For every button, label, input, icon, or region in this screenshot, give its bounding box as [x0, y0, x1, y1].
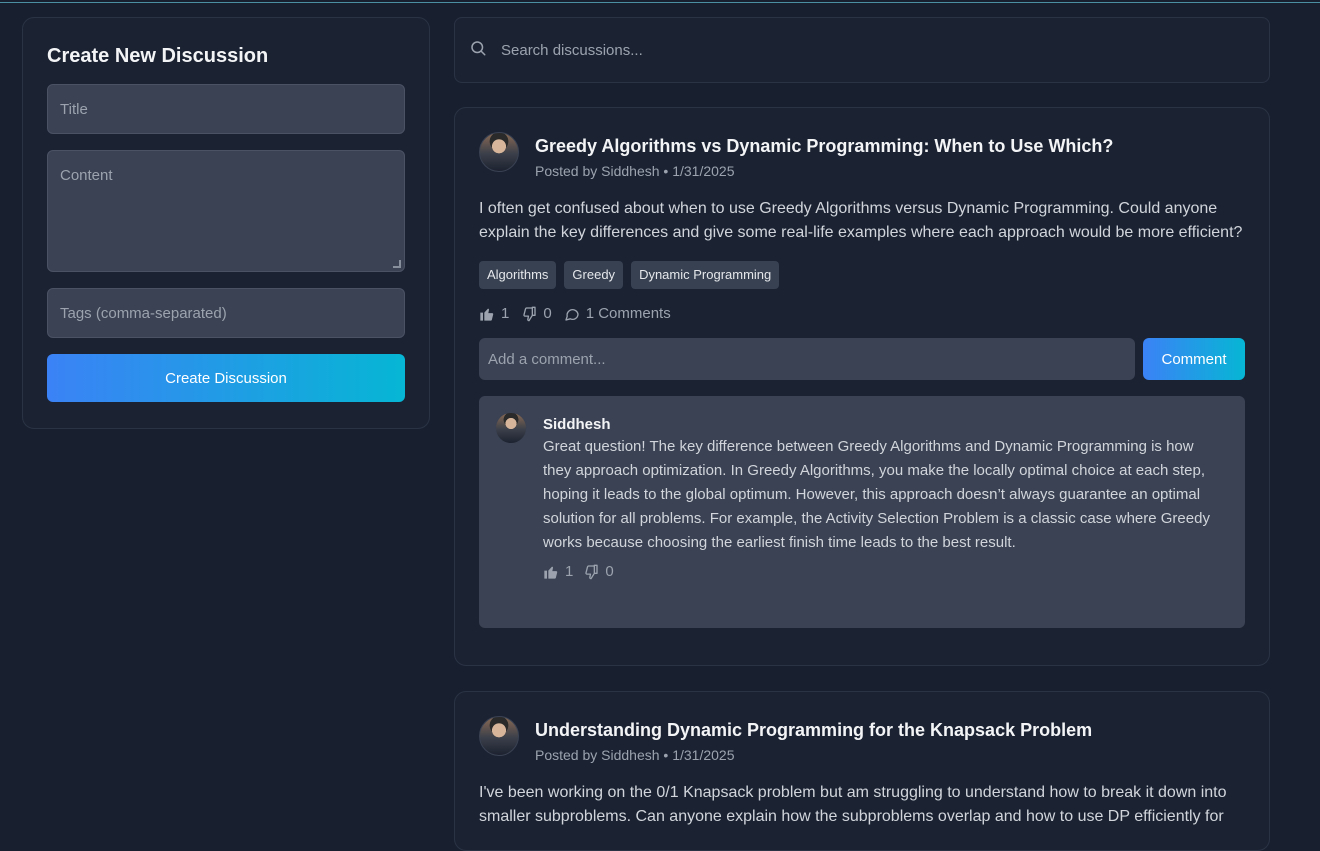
content-textarea[interactable]: Content: [47, 150, 405, 272]
post-meta: Understanding Dynamic Programming for th…: [535, 716, 1092, 763]
create-discussion-button[interactable]: Create Discussion: [47, 354, 405, 402]
thumbs-up-icon: [544, 566, 558, 579]
comment-dislike-count: 0: [605, 563, 614, 580]
discussion-card: Greedy Algorithms vs Dynamic Programming…: [454, 107, 1270, 666]
comment-text: Great question! The key difference betwe…: [543, 438, 1210, 551]
post-actions: 1 0 1 Comments: [479, 305, 1245, 322]
search-icon: [469, 39, 487, 62]
dislike-button[interactable]: 0: [521, 305, 552, 322]
thumbs-down-icon: [585, 564, 599, 579]
create-discussion-heading: Create New Discussion: [47, 45, 269, 67]
create-discussion-panel: Create New Discussion Title Content Tags…: [22, 17, 430, 429]
post-header: Greedy Algorithms vs Dynamic Programming…: [479, 132, 1245, 179]
title-placeholder: Title: [60, 100, 88, 118]
comment-item: Siddhesh Great question! The key differe…: [479, 396, 1245, 628]
comment-content: Siddhesh Great question! The key differe…: [543, 412, 1213, 612]
comment-placeholder: Add a comment...: [488, 350, 606, 368]
post-body: I often get confused about when to use G…: [479, 200, 1243, 241]
comment-like-button[interactable]: 1: [543, 563, 573, 580]
tag-chip[interactable]: Algorithms: [479, 261, 557, 289]
comments-count-label: 1 Comments: [585, 305, 671, 322]
discussion-card: Understanding Dynamic Programming for th…: [454, 691, 1270, 851]
title-input[interactable]: Title: [47, 84, 405, 134]
comment-bubble-icon: [565, 308, 579, 321]
dislike-count: 0: [543, 305, 552, 322]
search-bar[interactable]: Search discussions...: [454, 17, 1270, 83]
content-placeholder: Content: [60, 167, 113, 184]
comments-toggle[interactable]: 1 Comments: [564, 305, 671, 322]
comment-like-count: 1: [565, 563, 574, 580]
tag-chip[interactable]: Greedy: [564, 261, 624, 289]
thumbs-up-icon: [480, 308, 494, 321]
comment-input[interactable]: Add a comment...: [479, 338, 1135, 380]
avatar: [479, 716, 519, 756]
tags-placeholder: Tags (comma-separated): [60, 304, 227, 322]
resize-handle-icon[interactable]: [393, 260, 401, 268]
avatar: [495, 412, 527, 444]
tag-chip[interactable]: Dynamic Programming: [631, 261, 780, 289]
comment-author: Siddhesh: [543, 416, 611, 433]
post-body: I've been working on the 0/1 Knapsack pr…: [479, 784, 1227, 825]
top-accent-line: [0, 2, 1320, 3]
comment-actions: 1 0: [543, 563, 1213, 580]
avatar: [479, 132, 519, 172]
tag-list: Algorithms Greedy Dynamic Programming: [479, 261, 1245, 289]
comment-button[interactable]: Comment: [1143, 338, 1245, 380]
search-input[interactable]: Search discussions...: [501, 42, 643, 59]
post-byline: Posted by Siddhesh • 1/31/2025: [535, 163, 735, 179]
thumbs-down-icon: [523, 306, 537, 321]
post-meta: Greedy Algorithms vs Dynamic Programming…: [535, 132, 1113, 179]
post-header: Understanding Dynamic Programming for th…: [479, 716, 1245, 763]
post-title[interactable]: Understanding Dynamic Programming for th…: [535, 720, 1092, 741]
post-byline: Posted by Siddhesh • 1/31/2025: [535, 747, 735, 763]
add-comment-row: Add a comment... Comment: [479, 338, 1245, 380]
tags-input[interactable]: Tags (comma-separated): [47, 288, 405, 338]
like-count: 1: [501, 305, 510, 322]
like-button[interactable]: 1: [479, 305, 509, 322]
post-title[interactable]: Greedy Algorithms vs Dynamic Programming…: [535, 136, 1113, 157]
comment-dislike-button[interactable]: 0: [583, 563, 614, 580]
